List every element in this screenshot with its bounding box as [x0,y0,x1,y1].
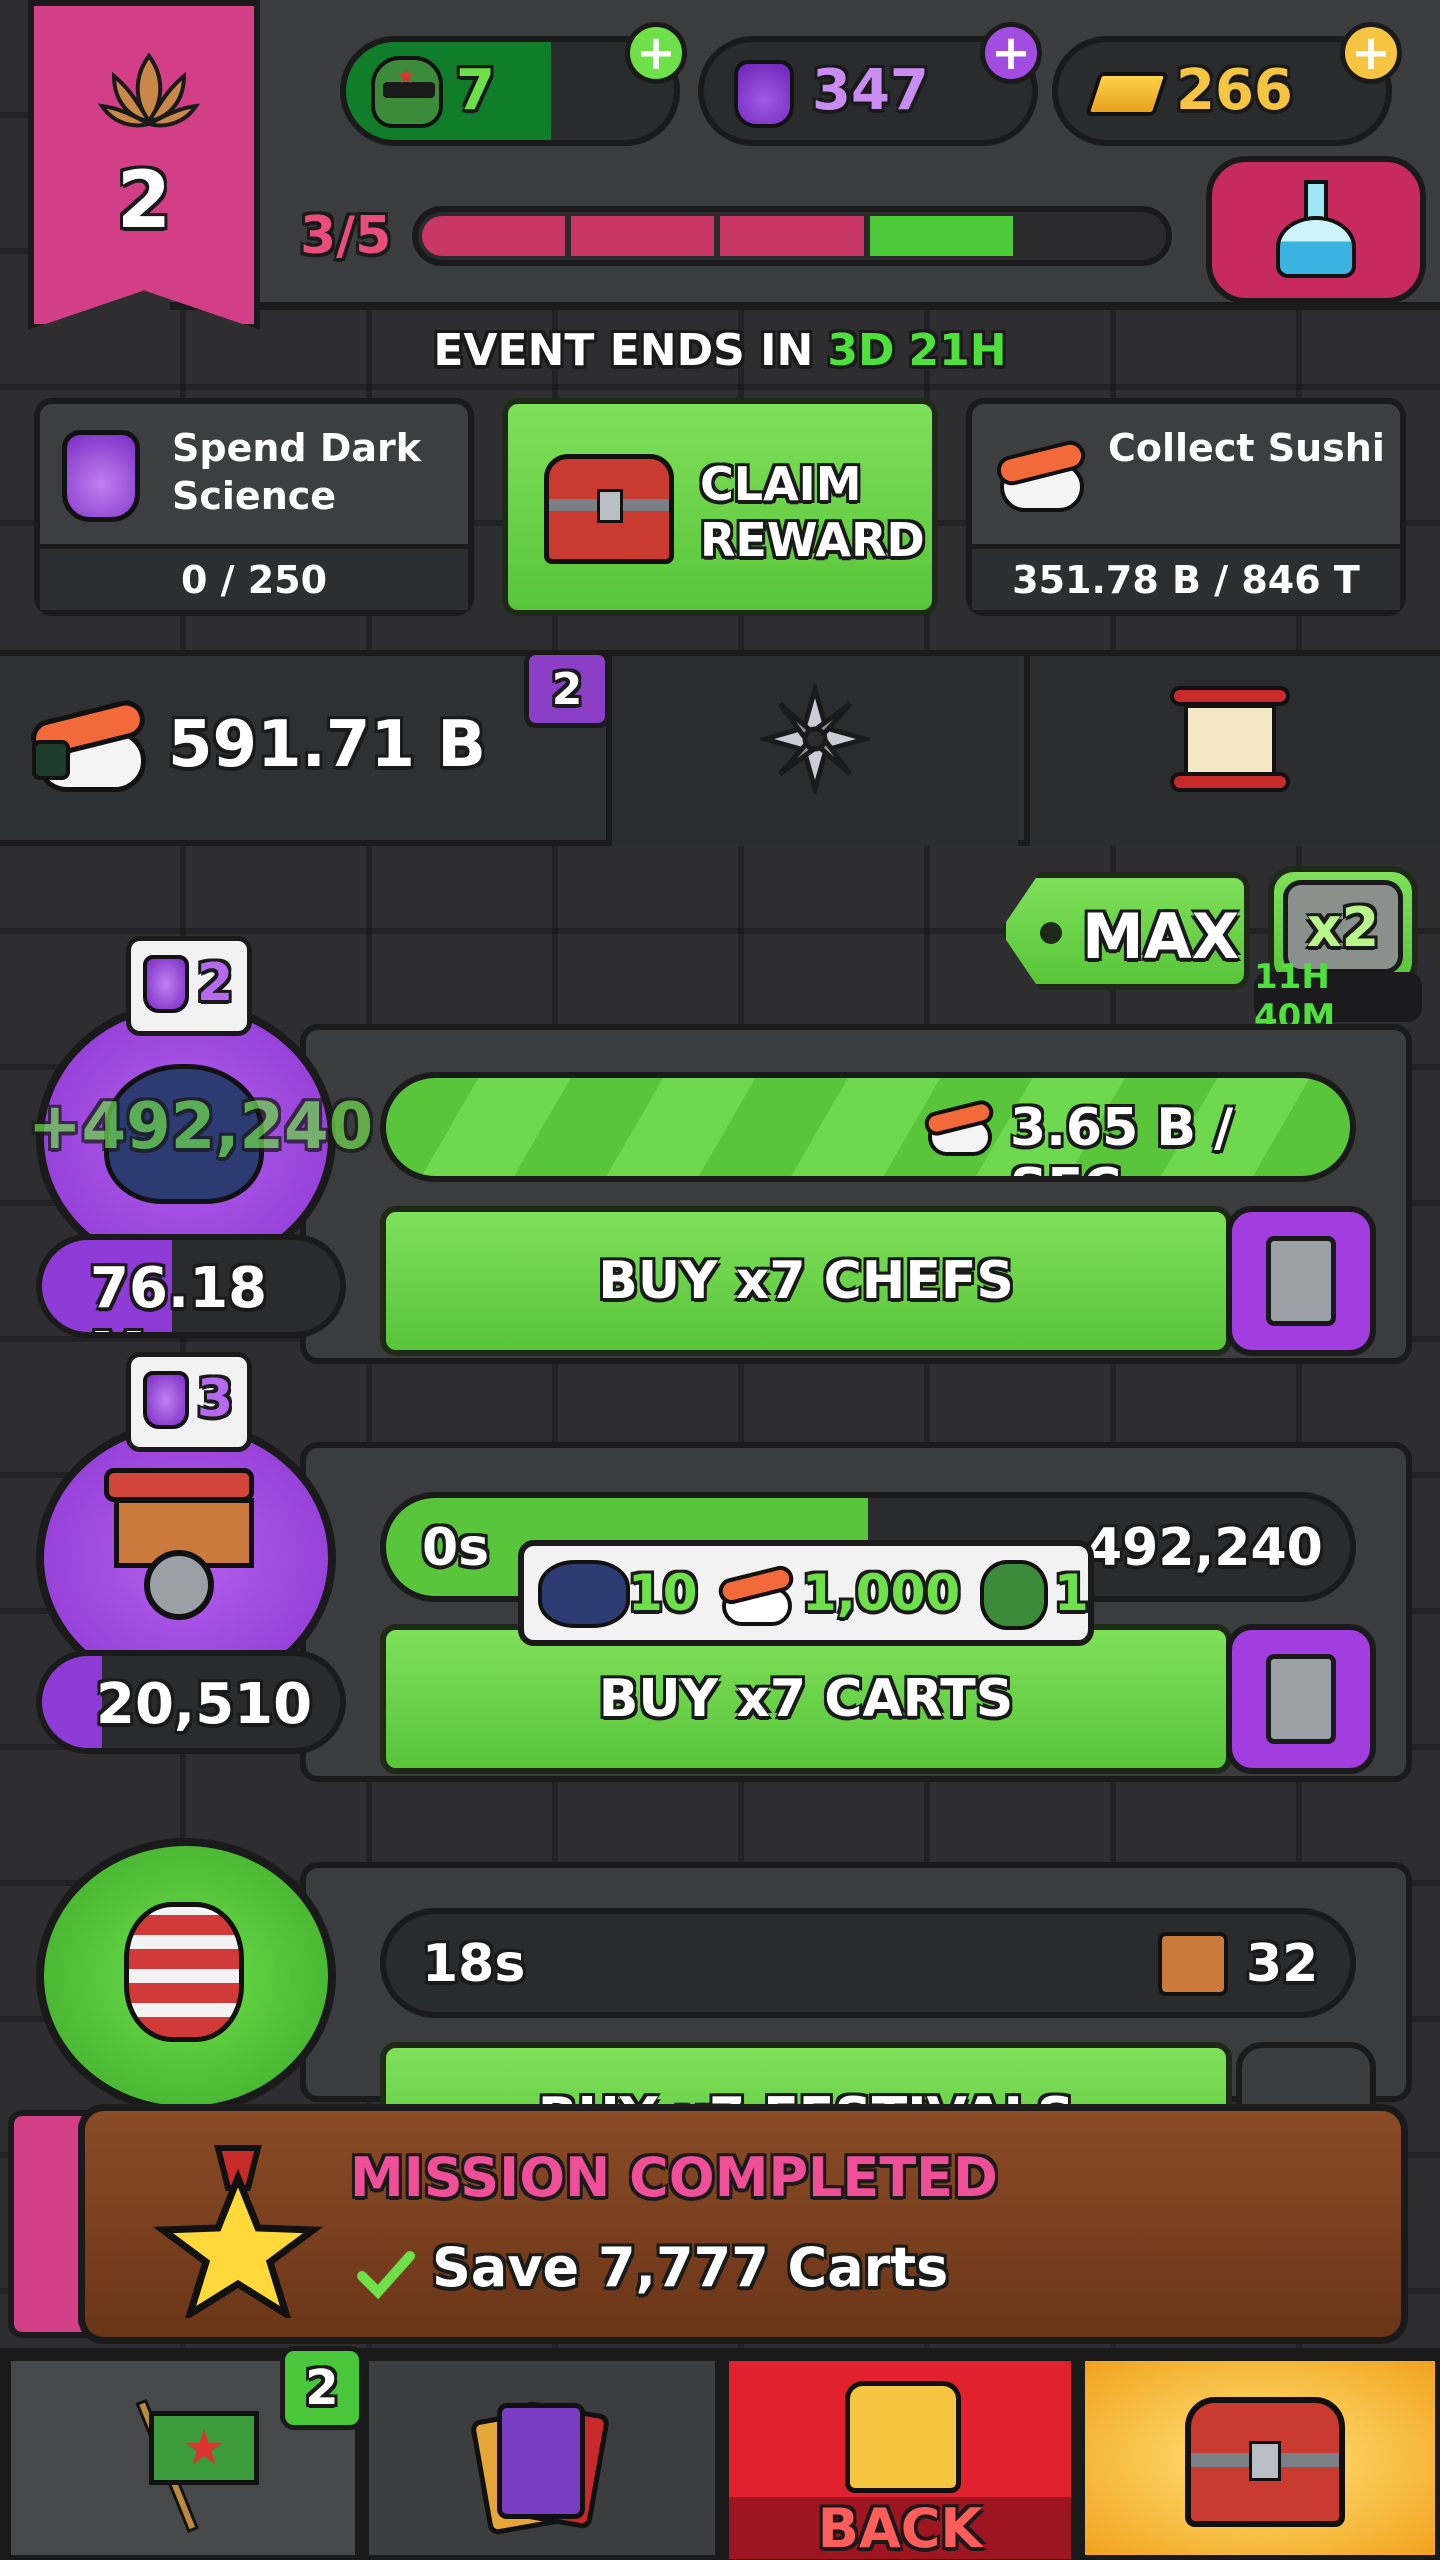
nav-back-button[interactable]: BACK [724,2356,1076,2560]
mission-banner-text: Save 7,777 Carts [432,2236,949,2299]
add-ninja-button[interactable]: + [625,22,687,84]
chef-rate-bar: 3.65 B / SEC [380,1072,1356,1182]
buy-carts-label: BUY x7 CARTS [598,1669,1014,1729]
gold-bars-icon [1084,72,1170,116]
potion-jar-icon [143,955,189,1013]
fist-icon [845,2381,961,2493]
lotus-icon [94,46,204,136]
add-dark-science-button[interactable]: + [980,22,1042,84]
cart-cost-tooltip: 10 1,000 1 [518,1540,1094,1646]
progress-segment [720,216,864,256]
science-button[interactable] [1206,156,1426,304]
event-timer-label: EVENT ENDS IN [433,324,814,376]
cart-manager-button[interactable] [1226,1624,1376,1774]
potion-jar-icon [143,1371,189,1429]
festival-timer-bar: 18s 32 [380,1908,1356,2018]
event-timer-days: 3D [827,324,895,376]
chef-manager-button[interactable] [1226,1206,1376,1356]
cart-timer-value: 0s [422,1518,490,1578]
claim-reward-label: CLAIM REWARD [700,457,925,567]
treasure-chest-icon [544,454,674,564]
boost-timer: 11H 40M [1254,957,1422,1037]
sushi-icon [26,690,156,800]
cart-cost-value: 3 [197,1369,234,1429]
chef-owned-value: 76.18 M [90,1256,268,1332]
event-timer-hours: 21H [908,324,1007,376]
chef-cost-value: 2 [197,953,234,1013]
buy-mode-button[interactable]: MAX [1000,872,1250,990]
chef-cost-badge: 2 [126,936,252,1036]
mission-title: Spend Dark Science [172,426,422,518]
scroll-icon [1170,686,1290,796]
checkmark-icon [356,2244,416,2304]
tooltip-ninja-cost: 1 [1054,1564,1089,1622]
progress-segment [869,216,1013,256]
flag-icon: ★ [121,2398,271,2541]
lantern-icon [124,1902,244,2042]
nav-badge: 2 [280,2346,364,2430]
food-cart-icon [1158,1932,1228,1996]
festival-timer-value: 18s [422,1934,526,1994]
buy-chefs-label: BUY x7 CHEFS [598,1251,1014,1311]
shuriken-icon [755,679,875,799]
mission-banner-tab [8,2110,88,2338]
buy-carts-button[interactable]: BUY x7 CARTS [380,1624,1232,1774]
tooltip-sushi-cost: 1,000 [802,1564,961,1622]
sushi-icon [715,1560,800,1630]
level-number: 2 [116,156,172,246]
buy-chefs-button[interactable]: BUY x7 CHEFS [380,1206,1232,1356]
level-progress-bar [412,206,1172,266]
cart-owned: 20,510 [36,1650,346,1754]
card-icon [1266,1654,1336,1744]
festival-avatar[interactable] [36,1838,336,2114]
ninja-head-icon [980,1560,1048,1630]
treasure-chest-icon [1185,2397,1345,2527]
ninja-head-icon: ★ [371,56,443,128]
mission-title: Collect Sushi [1108,426,1385,470]
mission-banner-title: MISSION COMPLETED [350,2146,998,2209]
sushi-icon [992,437,1092,520]
add-gold-button[interactable]: + [1340,22,1402,84]
level-ribbon[interactable]: 2 [28,0,260,330]
gold-count: 266 [1176,58,1293,123]
potion-jar-icon [734,60,794,128]
nav-chest-tab[interactable] [1080,2356,1440,2560]
flask-icon [1276,180,1356,280]
sushi-icon [922,1096,998,1160]
event-timer: EVENT ENDS IN 3D 21H [0,318,1440,382]
card-stack-icon [469,2397,611,2537]
progress-segment [422,216,566,256]
mission-banner[interactable]: MISSION COMPLETED Save 7,777 Carts [8,2104,1408,2344]
potion-jar-icon [62,430,140,522]
progress-segment [571,216,715,256]
mission-progress: 351.78 B / 846 T [972,544,1400,610]
mission-progress: 0 / 250 [40,544,468,610]
level-progress-label: 3/5 [300,206,392,266]
chef-rate-value: 3.65 B / SEC [1010,1098,1234,1176]
chef-gain-popup: +492,240 [28,1090,374,1164]
buy-mode-label: MAX [1082,900,1240,973]
food-cart-icon [94,1468,274,1620]
mission-card-spend[interactable]: Spend Dark Science 0 / 250 [34,398,474,616]
card-icon [1266,1236,1336,1326]
tab-badge: 2 [524,650,610,728]
dark-science-count: 347 [812,58,929,123]
mission-card-collect[interactable]: Collect Sushi 351.78 B / 846 T [966,398,1406,616]
cart-produces-value: 492,240 [1086,1518,1323,1578]
festival-produces-value: 32 [1246,1934,1319,1994]
sushi-total: 591.71 B [168,708,487,782]
nav-back-label: BACK [729,2497,1071,2560]
star-medal-icon [148,2138,328,2322]
ninja-token-count: 7 [456,58,495,123]
chef-owned: 76.18 M [36,1234,346,1338]
chef-hat-icon [538,1560,630,1628]
cart-cost-badge: 3 [126,1352,252,1452]
progress-segment [1019,216,1162,256]
tooltip-chefs-cost: 10 [628,1564,698,1622]
nav-cards-tab[interactable] [364,2356,720,2560]
claim-reward-button[interactable]: CLAIM REWARD [502,398,938,616]
cart-owned-value: 20,510 [96,1672,313,1737]
